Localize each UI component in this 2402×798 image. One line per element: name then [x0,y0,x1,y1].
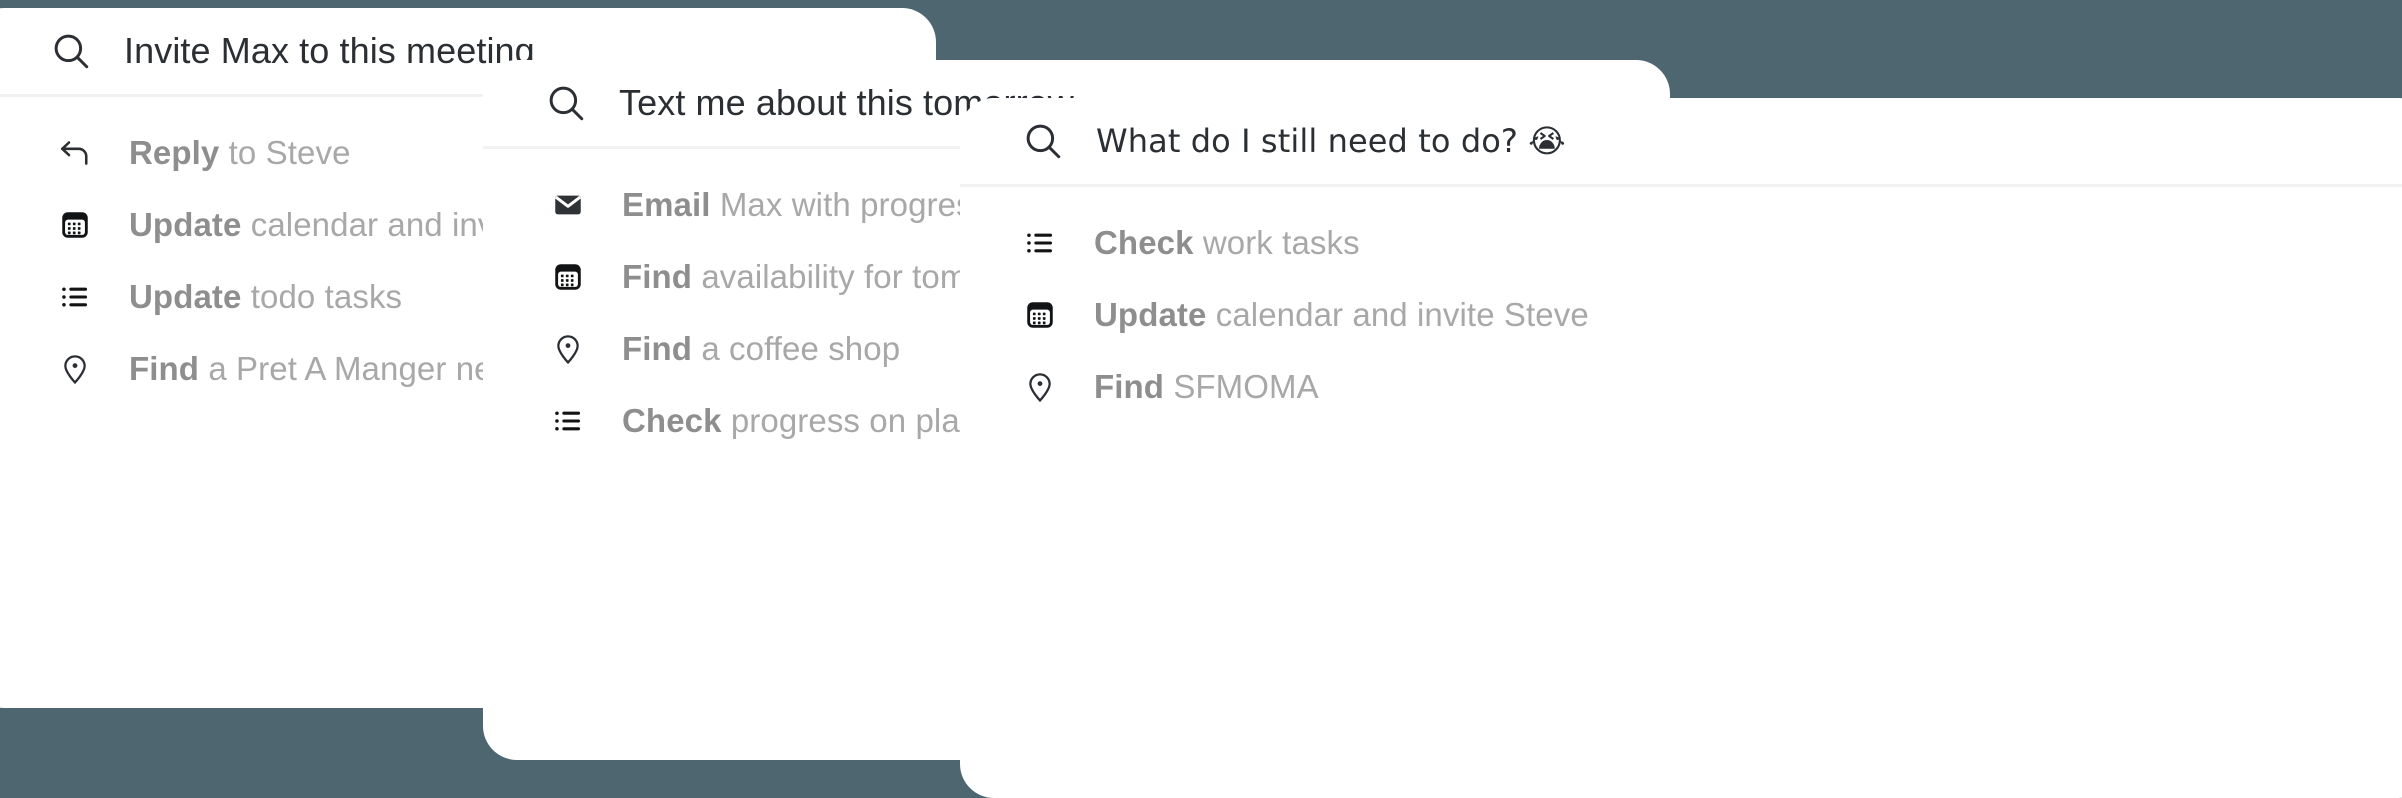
result-verb: Email [622,186,711,223]
result-item-label: Reply to Steve [129,134,351,172]
result-rest: Max with progress [710,186,990,223]
result-verb: Update [129,206,242,243]
result-item-label: Check progress on plants [622,402,1004,440]
result-rest: todo tasks [241,278,403,315]
result-item-label: Find SFMOMA [1094,368,1319,406]
result-verb: Reply [129,134,220,171]
list-icon [1020,223,1060,263]
result-verb: Find [622,258,693,295]
result-verb: Find [622,330,693,367]
result-item-label: Update todo tasks [129,278,402,316]
result-rest: a coffee shop [692,330,901,367]
result-rest: work tasks [1193,224,1360,261]
search-icon [543,80,589,126]
result-item-find-sfmoma[interactable]: Find SFMOMA [960,351,2402,423]
list-icon [548,401,588,441]
screenshot-stage: Invite Max to this meeting Reply to Stev… [0,0,2402,798]
result-item-label: Update calendar and invite Steve [1094,296,1589,334]
result-item-label: Check work tasks [1094,224,1360,262]
result-rest: calendar and invite Steve [1206,296,1589,333]
result-verb: Check [1094,224,1194,261]
result-item-check-work-tasks[interactable]: Check work tasks [960,207,2402,279]
calendar-icon [548,257,588,297]
result-verb: Find [1094,368,1165,405]
result-verb: Find [129,350,200,387]
pin-icon [548,329,588,369]
pin-icon [55,349,95,389]
search-query-text: What do I still need to do? 😭 [1096,122,1566,160]
list-icon [55,277,95,317]
result-item-update-calendar[interactable]: Update calendar and invite Steve [960,279,2402,351]
envelope-icon [548,185,588,225]
pin-icon [1020,367,1060,407]
search-icon [1020,118,1066,164]
command-palette-panel-3: What do I still need to do? 😭 Check work… [960,98,2402,798]
result-item-label: Email Max with progress [622,186,989,224]
result-item-label: Find a coffee shop [622,330,900,368]
result-rest: SFMOMA [1164,368,1319,405]
search-row[interactable]: What do I still need to do? 😭 [960,98,2402,184]
search-icon [48,28,94,74]
result-rest: to Steve [219,134,351,171]
search-query-text: Invite Max to this meeting [124,30,535,71]
reply-icon [55,133,95,173]
result-verb: Update [1094,296,1207,333]
results-list: Check work tasks Update calendar and inv… [960,187,2402,423]
calendar-icon [55,205,95,245]
calendar-icon [1020,295,1060,335]
result-verb: Check [622,402,722,439]
result-verb: Update [129,278,242,315]
